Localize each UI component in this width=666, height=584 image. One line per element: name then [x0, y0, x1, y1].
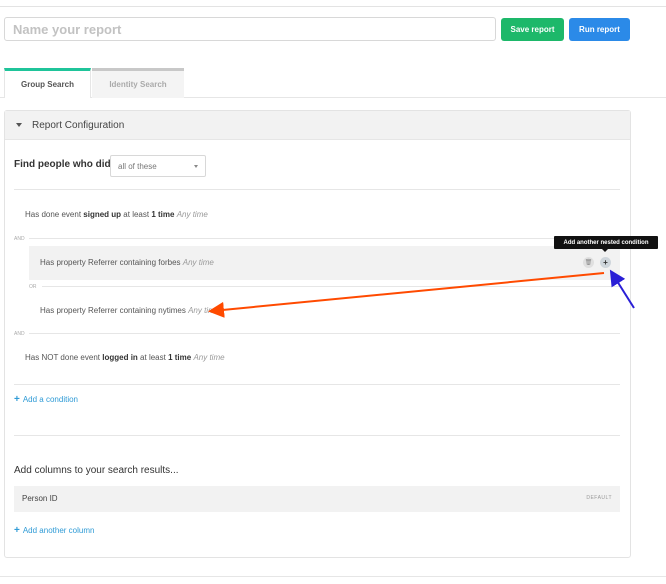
annotation-arrow-orange	[208, 272, 605, 318]
annotation-arrow-blue	[609, 269, 635, 309]
annotation-arrows	[208, 269, 635, 318]
